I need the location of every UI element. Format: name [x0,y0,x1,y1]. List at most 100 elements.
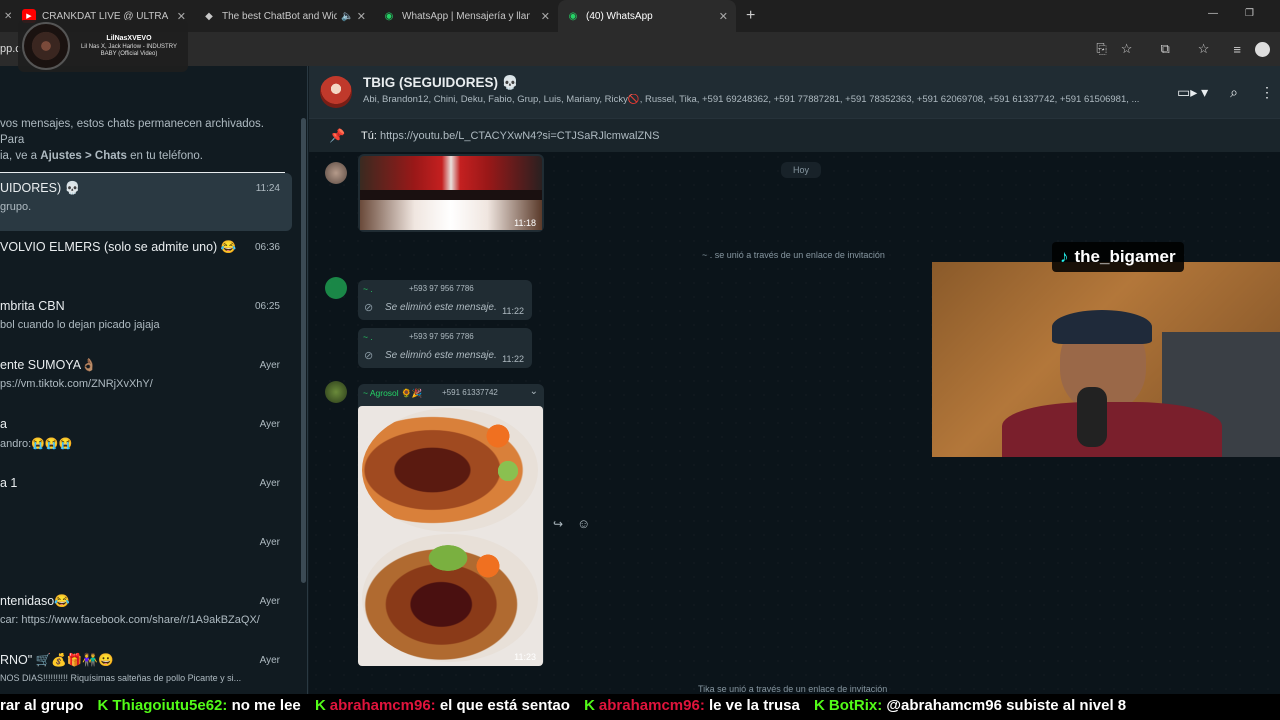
day-chip: Hoy [781,162,821,178]
install-icon[interactable]: ⎘ [1096,41,1106,57]
chat-time: 06:25 [254,301,280,312]
video-call-icon[interactable]: ▭▸ ▾ [1177,84,1208,101]
sender-name: ~ Agrosol 🌻🎉 [363,388,423,398]
profile-icon[interactable] [1255,41,1270,57]
chat-item[interactable]: mbrita CBN bol cuando lo dejan picado ja… [0,291,292,349]
group-avatar[interactable] [320,76,352,108]
sender-avatar[interactable] [325,277,347,299]
tab-whatsapp-active[interactable]: ◉ (40) WhatsApp ✕ [558,0,736,32]
deleted-text: Se eliminó este mensaje. [385,350,497,361]
chat-item[interactable]: ente SUMOYA👌🏽 ps://vm.tiktok.com/ZNRjXvX… [0,350,292,408]
chat-time: 11:24 [255,183,280,194]
tiktok-badge: ♪ the_bigamer [1052,242,1184,272]
pin-icon: 📌 [329,127,346,143]
whatsapp-icon: ◉ [568,10,578,22]
chat-time: Ayer [259,596,280,607]
archived-note: vos mensajes, estos chats permanecen arc… [0,116,285,173]
chat-name: RNO" 🛒💰🎁👫😀 [0,653,114,667]
forward-icon[interactable]: ↪ [553,517,563,531]
ticker-message: le ve la trusa [708,697,800,714]
chat-preview: NOS DIAS!!!!!!!!!! Riquísimas salteñas d… [0,673,242,683]
kick-icon: K [814,697,825,714]
music-info: LilNasXVEVO Lil Nas X, Jack Harlow - IND… [70,35,188,58]
close-icon[interactable]: ✕ [357,10,366,23]
message-time: 11:22 [502,306,524,316]
music-track: Lil Nas X, Jack Harlow - INDUSTRY BABY (… [81,43,177,57]
close-icon[interactable]: ✕ [719,10,728,23]
chat-time: 06:36 [254,242,280,253]
address-bar[interactable]: pp.c ⎘ ☆ ⧉ ☆ ≡ [0,32,1280,66]
chat-name: ente SUMOYA👌🏽 [0,358,97,372]
chat-preview: car: https://www.facebook.com/share/r/1A… [0,614,260,626]
album-art [22,22,70,70]
kick-icon: K [314,697,326,714]
chevron-down-icon[interactable]: ⌄ [530,386,538,397]
restore-icon[interactable]: ❐ [1245,8,1254,19]
chat-header[interactable]: TBIG (SEGUIDORES) 💀 Abi, Brandon12, Chin… [309,66,1280,118]
chat-item[interactable]: a andro:😭😭😭 Ayer [0,409,292,467]
sidebar-scrollbar[interactable] [301,118,306,583]
kick-icon: K [97,697,109,714]
tab-close-partial[interactable]: ✕ [0,0,14,32]
chat-name: a [0,417,7,431]
extensions-icon[interactable]: ⧉ [1160,41,1169,57]
pinned-message-bar[interactable]: 📌 Tú: https://youtu.be/L_CTACYXwN4?si=CT… [309,118,1280,152]
shirt [1002,402,1222,457]
chat-item[interactable]: Ayer [0,527,292,585]
search-icon[interactable]: ⌕ [1230,84,1238,101]
chat-item[interactable]: a 1 Ayer [0,468,292,526]
sender-avatar[interactable] [325,381,347,403]
image-message[interactable]: ~ Agrosol 🌻🎉 +591 61337742 ⌄ 11:23 [358,384,544,666]
chat-name: ntenidaso😂 [0,594,70,608]
menu-icon[interactable]: ⋮ [1260,84,1274,101]
tab-whatsapp-web[interactable]: ◉ WhatsApp | Mensajería y llama ✕ [374,0,558,32]
deleted-text: Se eliminó este mensaje. [385,302,497,313]
chat-item[interactable]: VOLVIO ELMERS (solo se admite uno) 😂 06:… [0,232,292,290]
stream-chat-ticker: rar al grupo K Thiagoiutu5e62: no me lee … [0,694,1280,720]
chat-time: Ayer [259,655,280,666]
chat-item[interactable]: ntenidaso😂 car: https://www.facebook.com… [0,586,292,644]
bookmarks-icon[interactable]: ☆ [1198,41,1210,57]
system-message: Tika se unió a través de un enlace de in… [698,684,888,694]
star-icon[interactable]: ☆ [1121,41,1133,57]
sender-phone: +591 61337742 [442,388,498,397]
chat-item[interactable]: UIDORES) 💀 grupo. 11:24 [0,173,292,231]
group-name[interactable]: TBIG (SEGUIDORES) 💀 [363,75,519,91]
emoji-icon[interactable]: ☺ [577,516,590,531]
chatbot-icon: ◆ [205,10,213,22]
chat-time: Ayer [259,537,280,548]
ticker-user: abrahamcm96: [598,697,705,714]
chat-preview: andro:😭😭😭 [0,438,73,450]
image-message[interactable]: 11:18 [358,154,544,232]
food-image[interactable] [358,406,543,666]
media-icon[interactable]: ≡ [1233,42,1241,57]
system-message: ~ . se unió a través de un enlace de inv… [702,250,885,260]
whatsapp-icon: ◉ [384,10,394,22]
sender-avatar[interactable] [325,162,347,184]
message-time: 11:22 [502,354,524,364]
ticker-user: BotRix: [828,697,883,714]
tiktok-icon: ♪ [1060,247,1069,266]
browser-tab-bar: ✕ ▶ CRANKDAT LIVE @ ULTRA MUS ✕ ◆ The be… [0,0,1280,32]
minimize-icon[interactable]: — [1208,8,1218,19]
music-artist: LilNasXVEVO [106,34,152,42]
sender-phone: +593 97 956 7786 [409,284,474,293]
sender-name: ~ . [363,332,373,342]
chat-preview: ps://vm.tiktok.com/ZNRjXvXhY/ [0,378,153,390]
deleted-message[interactable]: ~ . +593 97 956 7786 ⊘ Se eliminó este m… [358,280,532,320]
chat-time: Ayer [259,360,280,371]
tab-title: (40) WhatsApp [586,10,653,22]
ticker-message: rar al grupo [0,697,84,714]
message-time: 11:23 [514,652,536,662]
webcam-overlay [932,262,1280,457]
deleted-message[interactable]: ~ . +593 97 956 7786 ⊘ Se eliminó este m… [358,328,532,368]
close-icon[interactable]: ✕ [541,10,550,23]
chat-list-sidebar: vos mensajes, estos chats permanecen arc… [0,66,308,720]
tab-chatbot[interactable]: ◆ The best ChatBot and Widg 🔈 ✕ [194,0,374,32]
kick-icon: K [584,697,595,714]
microphone [1077,387,1107,447]
cap [1052,310,1152,344]
blocked-icon: ⊘ [364,350,374,362]
speaker-icon: 🔈 [341,10,354,22]
new-tab-button[interactable]: + [746,7,755,25]
